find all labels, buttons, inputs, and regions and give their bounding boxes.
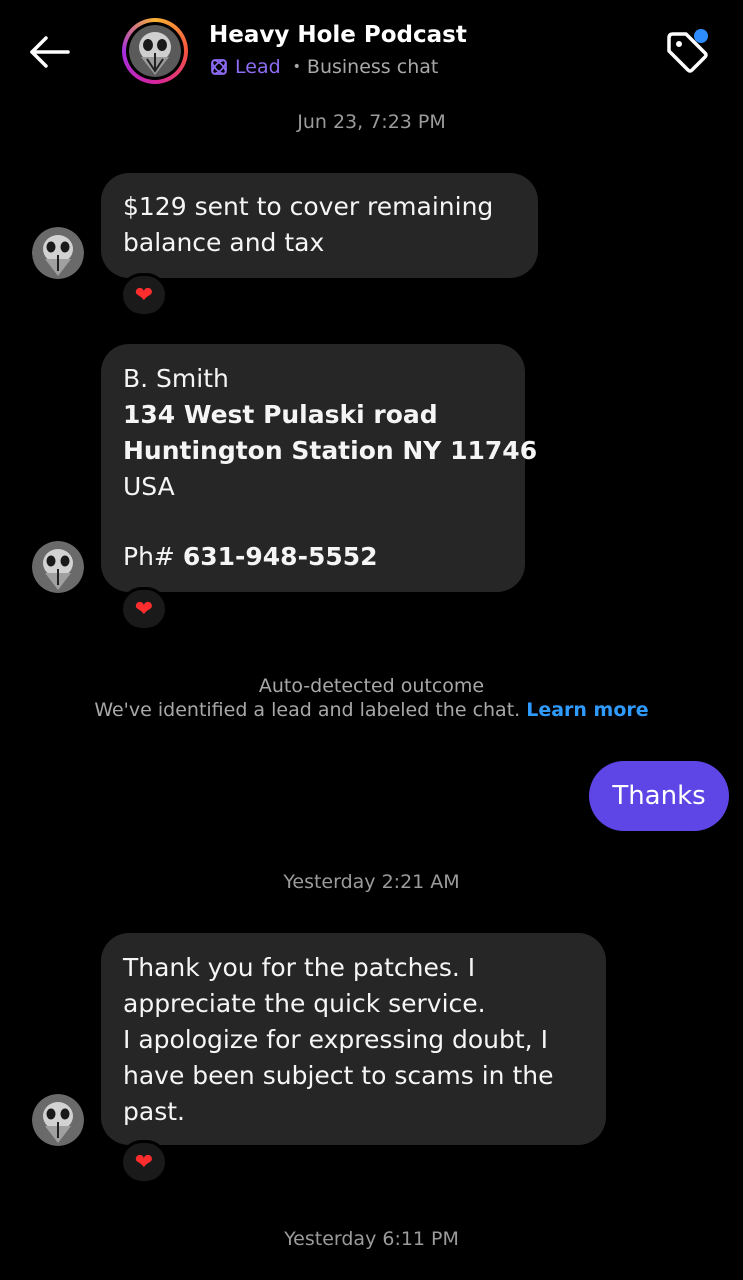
recipient-name: B. Smith (123, 364, 229, 393)
sent-message-bubble[interactable]: Thanks (589, 761, 729, 831)
sender-avatar[interactable] (32, 541, 84, 593)
message-text: have been subject to scams in the (123, 1061, 554, 1090)
message-bubble[interactable]: B. Smith 134 West Pulaski road Huntingto… (101, 344, 537, 592)
arrow-left-icon (30, 36, 70, 68)
heart-icon: ❤ (134, 282, 154, 308)
skull-avatar-image (129, 25, 181, 77)
phone-line: Ph# 631-948-5552 (123, 539, 503, 575)
heart-icon: ❤ (134, 596, 154, 622)
skull-avatar-image (32, 1094, 84, 1146)
learn-more-link[interactable]: Learn more (526, 699, 648, 721)
label-tag-button[interactable] (660, 26, 712, 78)
city-state-zip[interactable]: Huntington Station NY 11746 (123, 433, 537, 469)
business-chat-label: Business chat (306, 56, 439, 78)
skull-avatar-image (32, 227, 84, 279)
chat-subtitle: Lead • Business chat (209, 56, 438, 78)
message-text: Thanks (612, 781, 706, 811)
message-text: I apologize for expressing doubt, I (123, 1025, 548, 1054)
lead-label[interactable]: Lead (235, 56, 281, 78)
message-text: appreciate the quick service. (123, 989, 486, 1018)
outcome-notice-text: We've identified a lead and labeled the … (94, 699, 527, 721)
sender-avatar[interactable] (32, 227, 84, 279)
skull-avatar-image (32, 541, 84, 593)
heart-icon: ❤ (134, 1149, 154, 1175)
back-button[interactable] (26, 32, 74, 72)
message-text: balance and tax (123, 228, 325, 257)
atom-lead-icon (211, 59, 227, 75)
timestamp: Jun 23, 7:23 PM (297, 111, 446, 133)
heart-reaction[interactable]: ❤ (120, 587, 168, 631)
profile-avatar[interactable] (122, 18, 188, 84)
phone-prefix: Ph# (123, 542, 183, 571)
subtitle-separator: • (292, 59, 301, 75)
heart-reaction[interactable]: ❤ (120, 273, 168, 317)
message-text: $129 sent to cover remaining (123, 192, 494, 221)
country: USA (123, 472, 175, 501)
outcome-notice-body: We've identified a lead and labeled the … (0, 699, 743, 721)
message-bubble[interactable]: $129 sent to cover remaining balance and… (101, 173, 538, 278)
notification-dot (694, 29, 708, 43)
phone-number[interactable]: 631-948-5552 (183, 542, 378, 571)
message-text: past. (123, 1097, 185, 1126)
street-address[interactable]: 134 West Pulaski road (123, 397, 503, 433)
message-text: Thank you for the patches. I (123, 953, 476, 982)
outcome-notice-title: Auto-detected outcome (258, 675, 485, 697)
message-bubble[interactable]: Thank you for the patches. I appreciate … (101, 933, 606, 1145)
timestamp: Yesterday 6:11 PM (284, 1228, 459, 1250)
sender-avatar[interactable] (32, 1094, 84, 1146)
timestamp: Yesterday 2:21 AM (283, 871, 460, 893)
chat-title[interactable]: Heavy Hole Podcast (209, 22, 467, 48)
heart-reaction[interactable]: ❤ (120, 1140, 168, 1184)
